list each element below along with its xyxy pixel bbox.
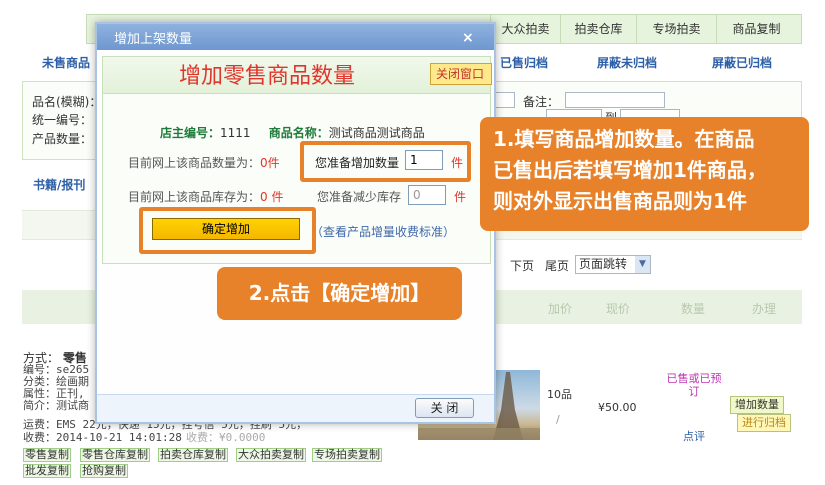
stock-quantity-value: 0 (260, 190, 268, 204)
reduce-stock-input[interactable] (408, 185, 446, 205)
filter-input[interactable] (495, 92, 515, 108)
instruction-callout-step2: 2.点击【确定增加】 (217, 267, 462, 320)
shop-id-value: 1111 (220, 126, 251, 140)
product-name-value: 测试商品测试商品 (328, 126, 425, 140)
dialog-close-button[interactable]: 关 闭 (415, 398, 474, 418)
item-date-line: 收费：2014-10-21 14:01:28 (23, 431, 182, 444)
reduce-stock-label: 您准备减少库存 (317, 190, 402, 204)
archive-button[interactable]: 进行归档 (737, 414, 791, 432)
listed-quantity-value: 0 (260, 156, 268, 170)
tab-product-copy[interactable]: 商品复制 (716, 14, 796, 44)
item-markup-slash: / (556, 413, 560, 426)
listed-quantity-text: 目前网上该商品数量为：0件 (128, 154, 280, 171)
review-link[interactable]: 点评 (683, 428, 705, 444)
copy-link-flash-sale[interactable]: 抢购复制 (80, 464, 128, 478)
copy-link-auction-warehouse[interactable]: 拍卖仓库复制 (158, 448, 228, 462)
header-markup: 加价 (548, 302, 573, 316)
chevron-down-icon: ▼ (635, 256, 650, 273)
shop-info: 店主编号：1111 商品名称：测试商品测试商品 (160, 124, 425, 141)
add-quantity-button[interactable]: 增加数量 (730, 396, 784, 414)
subtab-blocked-archived[interactable]: 屏蔽已归档 (712, 54, 772, 71)
copy-link-retail-warehouse[interactable]: 零售仓库复制 (80, 448, 150, 462)
add-quantity-label: 您准备增加数量 (315, 156, 400, 170)
stock-quantity-text: 目前网上该商品库存为：0 件 (128, 188, 284, 205)
copy-link-special-auction[interactable]: 专场拍卖复制 (312, 448, 382, 462)
form-heading: 增加零售商品数量 (178, 64, 355, 89)
add-quantity-input[interactable] (405, 150, 443, 170)
next-page-link[interactable]: 下页 (510, 257, 534, 274)
instruction-callout-step1: 1.填写商品增加数量。在商品 已售出后若填写增加1件商品， 则对外显示出售商品则… (480, 117, 809, 231)
copy-link-wholesale[interactable]: 批发复制 (23, 464, 71, 478)
subtab-sold-archived[interactable]: 已售归档 (500, 54, 548, 71)
step1-line: 已售出后若填写增加1件商品， (493, 158, 767, 182)
item-price: ¥50.00 (598, 401, 637, 414)
confirm-add-button[interactable]: 确定增加 (152, 218, 300, 240)
add-quantity-unit: 件 (451, 156, 464, 170)
step1-line: 1.填写商品增加数量。在商品 (493, 127, 755, 151)
category-link[interactable]: 书籍/报刊 (33, 176, 85, 193)
page-jump-select[interactable]: 页面跳转 ▼ (575, 255, 651, 274)
header-actions: 办理 (752, 302, 777, 316)
copy-link-public-auction[interactable]: 大众拍卖复制 (236, 448, 306, 462)
page-jump-label: 页面跳转 (579, 257, 628, 271)
header-quantity: 数量 (681, 302, 706, 316)
subtab-unsold[interactable]: 未售商品 (42, 54, 90, 71)
listed-quantity-unit: 件 (267, 156, 280, 170)
copy-link-retail[interactable]: 零售复制 (23, 448, 71, 462)
tab-special-auction[interactable]: 专场拍卖 (636, 14, 716, 44)
subtab-blocked-unarchived[interactable]: 屏蔽未归档 (597, 54, 657, 71)
reduce-stock-unit: 件 (454, 190, 467, 204)
close-icon[interactable]: × (462, 30, 474, 46)
header-current-price: 现价 (606, 302, 631, 316)
last-page-link[interactable]: 尾页 (545, 257, 569, 274)
tab-public-auction[interactable]: 大众拍卖 (490, 14, 560, 44)
close-window-button[interactable]: 关闭窗口 (430, 63, 492, 85)
item-intro-line: 简介：测试商 (23, 399, 89, 412)
remark-filter-label: 备注： (523, 95, 560, 109)
item-fee-line: 收费：¥0.0000 (186, 431, 266, 444)
shop-id-label: 店主编号： (160, 126, 221, 140)
stock-quantity-unit: 件 (271, 190, 284, 204)
name-filter-label: 品名(模糊)： (32, 95, 102, 109)
dialog-title: 增加上架数量 (114, 32, 193, 47)
item-sold-status: 已售或已预订 (666, 372, 722, 398)
listed-quantity-label: 目前网上该商品数量为： (128, 156, 261, 170)
fee-standard-link[interactable]: （查看产品增量收费标准） (311, 223, 455, 240)
stock-quantity-label: 目前网上该商品库存为： (128, 190, 261, 204)
product-name-label: 商品名称： (268, 126, 329, 140)
quantity-filter-label: 产品数量： (32, 132, 93, 146)
code-filter-label: 统一编号： (32, 113, 93, 127)
tab-auction-warehouse[interactable]: 拍卖仓库 (560, 14, 636, 44)
step1-line: 则对外显示出售商品则为1件 (493, 189, 747, 213)
item-condition: 10品 (547, 388, 572, 401)
remark-input[interactable] (565, 92, 665, 108)
